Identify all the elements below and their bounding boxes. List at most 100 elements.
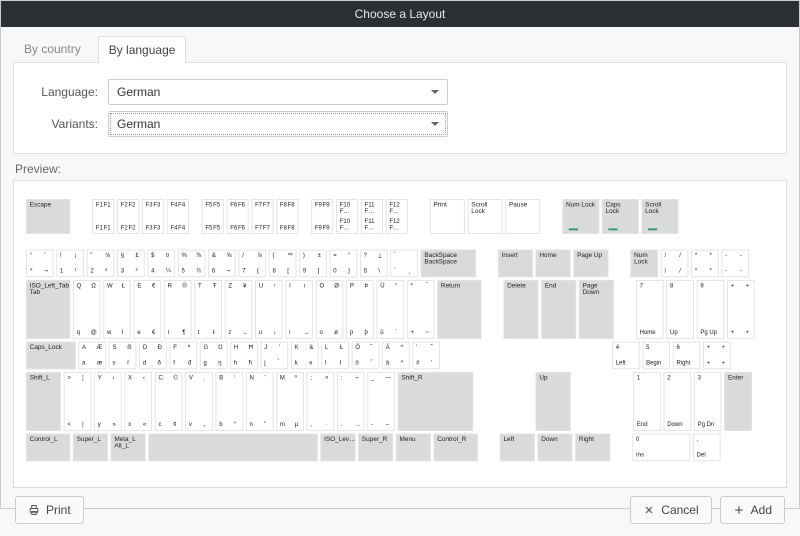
key-left: Left: [500, 434, 535, 462]
key-enter: Enter: [724, 372, 752, 431]
printer-icon: [28, 504, 40, 516]
cancel-button[interactable]: Cancel: [630, 496, 711, 524]
key: R®r¶: [164, 280, 192, 339]
variants-select[interactable]: German: [108, 111, 448, 137]
chevron-down-icon: [431, 85, 439, 99]
key: TŦtŧ: [194, 280, 222, 339]
key: _—-–: [367, 372, 395, 431]
key-super-r: Super_R: [358, 434, 393, 462]
tab-by-country[interactable]: By country: [13, 35, 92, 62]
language-select[interactable]: German: [108, 79, 448, 105]
key: J̛j̉: [261, 342, 289, 370]
add-button[interactable]: Add: [720, 496, 785, 524]
key: /⅞7{: [239, 250, 267, 278]
key-control-l: Control_L: [26, 434, 70, 462]
window-title: Choose a Layout: [355, 7, 446, 21]
key: ?¿ß\: [360, 250, 388, 278]
key-numpad: 9Pg Up: [697, 280, 725, 339]
print-button[interactable]: Print: [15, 496, 84, 524]
key: V‚v„: [185, 372, 213, 431]
key-numpad: ,Del: [693, 434, 721, 462]
window-titlebar: Choose a Layout: [1, 1, 799, 27]
key: B‘b“: [216, 372, 244, 431]
key-home: Home: [536, 250, 571, 278]
key: "⅛2²: [87, 250, 115, 278]
key: (™8[: [269, 250, 297, 278]
key-f2: F2F2F2F2: [117, 199, 139, 234]
key: Iıi→: [285, 280, 313, 339]
key-f1: F1F1F1F1: [92, 199, 114, 234]
key-iso-left-tab-br-tab: ISO_Left_TabTab: [26, 280, 70, 339]
key-numpad: 8Up: [666, 280, 694, 339]
key: E€e€: [134, 280, 162, 339]
key-up: Up: [536, 372, 571, 431]
chevron-down-icon: [431, 117, 439, 131]
language-value: German: [117, 85, 160, 99]
key: §£3³: [117, 250, 145, 278]
key: C©c¢: [155, 372, 183, 431]
close-icon: [643, 504, 655, 516]
key-delete: Delete: [503, 280, 538, 339]
key-menu: Menu: [396, 434, 431, 462]
preview-label: Preview:: [13, 162, 787, 176]
key-f9: F9F9F9F9: [311, 199, 333, 234]
key: >¦<|: [64, 372, 92, 431]
language-label: Language:: [28, 85, 98, 99]
key: OØoø: [316, 280, 344, 339]
form-panel: Language: German Variants: German: [13, 63, 787, 154]
key: `´¸: [390, 250, 418, 278]
key-super-l: Super_L: [73, 434, 108, 462]
key-end: End: [541, 280, 576, 339]
key: U↑u↓: [255, 280, 283, 339]
key-numpad: 6Right: [673, 342, 701, 370]
key-shift-l: Shift_L: [26, 372, 61, 431]
key: K&kĸ: [291, 342, 319, 370]
key: Y›y»: [94, 372, 122, 431]
key-right: Right: [575, 434, 610, 462]
key-f7: F7F7F7F7: [251, 199, 273, 234]
key-space: [148, 434, 317, 462]
key: =°0}: [330, 250, 358, 278]
key: $¤4¼: [147, 250, 175, 278]
key: ----: [722, 250, 750, 278]
key: :÷.…: [337, 372, 365, 431]
key: Z¥z←: [225, 280, 253, 339]
key: HĦhħ: [230, 342, 258, 370]
indicator-num-lock: Num Lock: [562, 199, 599, 234]
key: GŊgŋ: [200, 342, 228, 370]
key-f12: F12 F…F12 F…: [386, 199, 408, 234]
key-caps-lock: Caps_Lock: [26, 342, 76, 370]
action-bar: Print Cancel Add: [13, 496, 787, 524]
key: ****: [691, 250, 719, 278]
key: !¡1¹: [56, 250, 84, 278]
key-print: Print: [430, 199, 465, 234]
key-numpad: 0Ins: [632, 434, 690, 462]
key: ;×,·: [307, 372, 335, 431]
key-escape: Escape: [26, 199, 70, 234]
key-f10: F10 F…F10 F…: [336, 199, 358, 234]
key-page-up: Page Up: [573, 250, 608, 278]
key-numpad: 2Down: [664, 372, 692, 431]
key: '˘#': [412, 342, 440, 370]
key-f4: F4F4F4F4: [167, 199, 189, 234]
key: )±9]: [299, 250, 327, 278]
key-iso-lev-: ISO_Lev…: [320, 434, 355, 462]
key: Ö˝ö˝: [352, 342, 380, 370]
plus-icon: [733, 504, 745, 516]
key: ////: [661, 250, 689, 278]
key: N’n”: [246, 372, 274, 431]
indicator-caps-lock: Caps Lock: [602, 199, 639, 234]
key-shift-r: Shift_R: [398, 372, 473, 431]
tab-by-language[interactable]: By language: [98, 36, 187, 63]
key-numpad: 4Left: [612, 342, 640, 370]
spacer-return: [443, 342, 454, 370]
key: Fªfđ: [170, 342, 198, 370]
key-meta-l-br-alt-l: Meta_LAlt_L: [111, 434, 146, 462]
key: Mºmµ: [276, 372, 304, 431]
key: °′^¬: [26, 250, 54, 278]
variants-label: Variants:: [28, 117, 98, 131]
key: DÐdð: [139, 342, 167, 370]
key-f3: F3F3F3F3: [142, 199, 164, 234]
key: ++++: [703, 342, 731, 370]
key: WŁwł: [103, 280, 131, 339]
